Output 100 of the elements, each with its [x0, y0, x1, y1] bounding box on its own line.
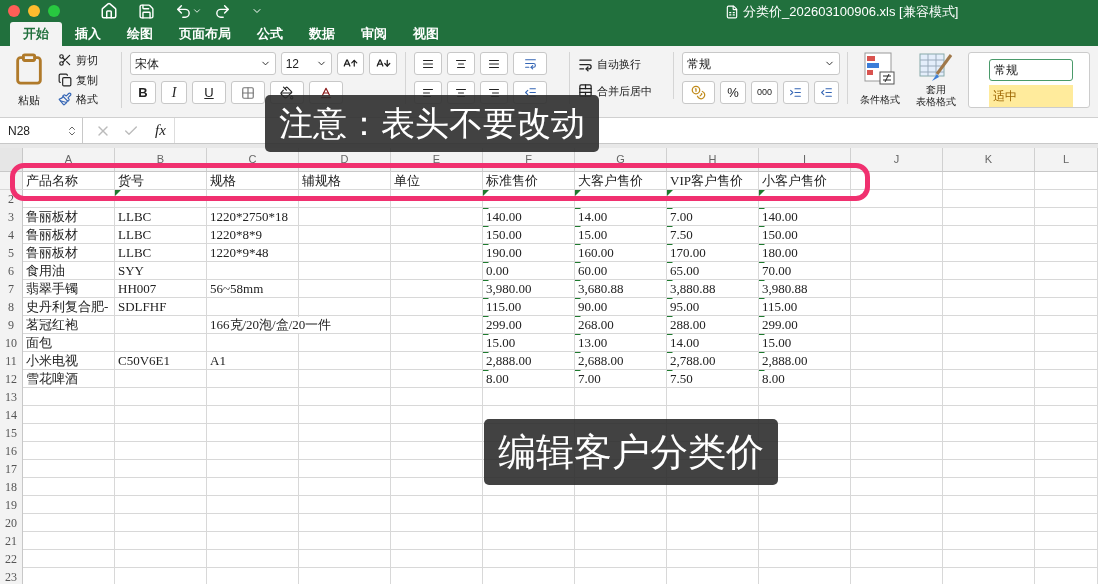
- copy-icon: [58, 72, 72, 87]
- redo-icon[interactable]: [214, 2, 231, 20]
- increase-decimal-button[interactable]: [783, 81, 809, 104]
- conditional-format-icon: [864, 52, 896, 86]
- shrink-font-button[interactable]: [369, 52, 397, 75]
- row-header[interactable]: 3: [0, 208, 23, 226]
- row-header[interactable]: 9: [0, 316, 23, 334]
- table-cell: 规格: [207, 172, 237, 189]
- underline-button[interactable]: U: [192, 81, 226, 104]
- select-all-corner[interactable]: [0, 148, 23, 171]
- window-title: 分类价_202603100906.xls [兼容模式]: [743, 3, 959, 21]
- number-format-dropdown[interactable]: 常规: [682, 52, 840, 75]
- ribbon-tab[interactable]: 插入: [62, 22, 114, 46]
- row-header[interactable]: 15: [0, 424, 23, 442]
- copy-button[interactable]: 复制: [58, 71, 117, 88]
- table-cell: 3,880.88: [667, 281, 717, 297]
- coins-icon: [691, 85, 707, 100]
- italic-button[interactable]: I: [161, 81, 187, 104]
- row-header[interactable]: 16: [0, 442, 23, 460]
- row-header[interactable]: 6: [0, 262, 23, 280]
- row-header[interactable]: 23: [0, 568, 23, 584]
- table-cell: 小客户售价: [759, 172, 828, 189]
- ribbon-tab[interactable]: 开始: [10, 22, 62, 46]
- row-header[interactable]: 11: [0, 352, 23, 370]
- comma-style-button[interactable]: 000: [750, 81, 779, 104]
- column-header[interactable]: K: [943, 148, 1035, 171]
- cut-button[interactable]: 剪切: [58, 52, 117, 69]
- row-header[interactable]: 13: [0, 388, 23, 406]
- home-icon[interactable]: [100, 2, 118, 20]
- align-top-button[interactable]: [414, 52, 442, 75]
- insert-function-button[interactable]: fx: [155, 119, 166, 142]
- row-header[interactable]: 19: [0, 496, 23, 514]
- row-header[interactable]: 5: [0, 244, 23, 262]
- row-header[interactable]: 21: [0, 532, 23, 550]
- row-header[interactable]: 12: [0, 370, 23, 388]
- maximize-icon[interactable]: [48, 5, 60, 17]
- row-header[interactable]: 18: [0, 478, 23, 496]
- table-cell: 2,788.00: [667, 353, 717, 369]
- align-top-icon: [422, 57, 434, 70]
- table-cell: VIP客户售价: [667, 172, 744, 189]
- font-name-dropdown[interactable]: 宋体: [130, 52, 276, 75]
- ribbon-tab[interactable]: 公式: [244, 22, 296, 46]
- borders-button[interactable]: [231, 81, 265, 104]
- format-painter-button[interactable]: 格式: [58, 91, 117, 108]
- save-icon[interactable]: [138, 2, 155, 20]
- font-size-dropdown[interactable]: 12: [280, 52, 332, 75]
- table-cell: 大客户售价: [575, 172, 644, 189]
- paste-button[interactable]: 粘贴: [8, 52, 50, 109]
- scissors-icon: [58, 53, 72, 68]
- table-cell: 2,688.00: [575, 353, 625, 369]
- currency-button[interactable]: [682, 81, 716, 104]
- undo-icon[interactable]: [175, 2, 192, 20]
- percent-button[interactable]: %: [720, 81, 746, 104]
- column-header[interactable]: A: [23, 148, 115, 171]
- table-cell: 3,980.00: [483, 281, 533, 297]
- bold-button[interactable]: B: [130, 81, 156, 104]
- ribbon-tab[interactable]: 视图: [400, 22, 452, 46]
- table-cell: 鲁丽板材: [23, 227, 79, 243]
- column-header[interactable]: B: [115, 148, 207, 171]
- wrap-text-icon: [578, 56, 593, 72]
- row-header[interactable]: 22: [0, 550, 23, 568]
- wrap-text-button[interactable]: 自动换行: [578, 56, 673, 73]
- grow-font-button[interactable]: [336, 52, 365, 75]
- ribbon-tab[interactable]: 数据: [296, 22, 348, 46]
- row-header[interactable]: 8: [0, 298, 23, 316]
- caret-icon[interactable]: [192, 6, 202, 16]
- minimize-icon[interactable]: [28, 5, 40, 17]
- row-header[interactable]: 17: [0, 460, 23, 478]
- table-cell: 标准售价: [483, 172, 539, 189]
- borders-icon: [241, 85, 255, 100]
- stepper-icon: [66, 124, 78, 137]
- row-header[interactable]: 7: [0, 280, 23, 298]
- format-as-table-button[interactable]: 套用 表格格式: [912, 52, 960, 108]
- table-brush-icon: [919, 52, 953, 84]
- decrease-decimal-button[interactable]: [813, 81, 840, 104]
- align-middle-button[interactable]: [447, 52, 475, 75]
- orientation-button[interactable]: [513, 52, 547, 75]
- row-header[interactable]: 4: [0, 226, 23, 244]
- column-header[interactable]: I: [759, 148, 851, 171]
- cell-style[interactable]: 常规: [989, 59, 1073, 81]
- table-cell: 2,888.00: [483, 353, 533, 369]
- cell-style[interactable]: 适中: [989, 85, 1073, 107]
- name-box[interactable]: N28: [0, 118, 83, 143]
- table-cell: 辅规格: [299, 172, 342, 189]
- column-header[interactable]: H: [667, 148, 759, 171]
- table-cell: 史丹利复合肥-: [23, 299, 110, 315]
- ribbon-tab[interactable]: 审阅: [348, 22, 400, 46]
- ribbon-tab[interactable]: 页面布局: [166, 22, 244, 46]
- column-header[interactable]: L: [1035, 148, 1098, 171]
- row-header[interactable]: 10: [0, 334, 23, 352]
- align-bottom-icon: [488, 57, 500, 70]
- row-header[interactable]: 20: [0, 514, 23, 532]
- column-header[interactable]: J: [851, 148, 943, 171]
- align-bottom-button[interactable]: [480, 52, 508, 75]
- table-cell: 鲁丽板材: [23, 209, 79, 225]
- ribbon-tab[interactable]: 绘图: [114, 22, 166, 46]
- table-cell: 产品名称: [23, 172, 79, 189]
- row-header[interactable]: 14: [0, 406, 23, 424]
- conditional-formatting-button[interactable]: 条件格式: [856, 52, 904, 107]
- table-cell: 鲁丽板材: [23, 245, 79, 261]
